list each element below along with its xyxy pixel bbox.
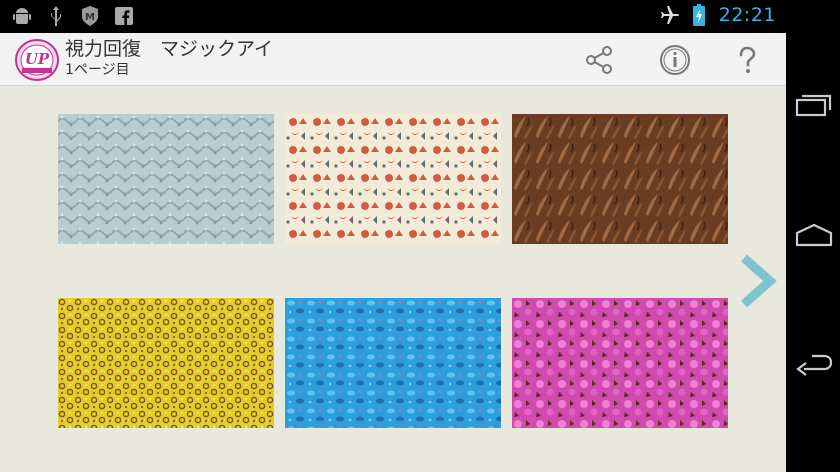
- info-icon: [660, 45, 690, 75]
- security-app-icon: M: [80, 6, 100, 26]
- recent-apps-icon: [795, 94, 832, 117]
- app-logo-text: UP: [25, 50, 50, 68]
- help-button[interactable]: [728, 41, 766, 79]
- home-button[interactable]: [794, 218, 834, 252]
- home-icon: [795, 223, 833, 247]
- chevron-right-icon: [741, 254, 777, 308]
- gallery-area: [0, 86, 786, 472]
- android-debug-icon: [12, 6, 32, 26]
- info-button[interactable]: [656, 41, 694, 79]
- usb-icon: [46, 6, 66, 26]
- recent-apps-button[interactable]: [794, 88, 834, 122]
- thumbnail-stereogram-blue-cyan[interactable]: [285, 298, 501, 428]
- share-icon: [586, 46, 612, 74]
- thumbnail-stereogram-blue-gray[interactable]: [58, 114, 274, 244]
- back-button[interactable]: [794, 348, 834, 382]
- svg-text:M: M: [85, 12, 95, 23]
- app-logo-icon[interactable]: UP: [15, 39, 59, 81]
- status-bar: M 22:21: [0, 0, 786, 33]
- airplane-mode-icon: [659, 5, 679, 25]
- help-icon: [739, 46, 756, 73]
- app-title: 視力回復 マジックアイ: [65, 38, 274, 60]
- action-bar: UP 視力回復 マジックアイ 1ページ目: [0, 33, 786, 86]
- next-page-button[interactable]: [736, 254, 780, 308]
- page-subtitle: 1ページ目: [65, 62, 130, 78]
- thumbnail-stereogram-yellow-honeycomb[interactable]: [58, 298, 274, 428]
- thumbnail-stereogram-pink-magenta[interactable]: [512, 298, 728, 428]
- status-clock: 22:21: [718, 4, 776, 26]
- system-nav-bar: [786, 0, 840, 472]
- battery-charging-icon: [689, 4, 709, 26]
- notification-icons: M: [12, 6, 134, 26]
- facebook-icon: [114, 6, 134, 26]
- thumbnail-stereogram-red-flowers[interactable]: [285, 114, 501, 244]
- thumbnail-stereogram-brown-leaves[interactable]: [512, 114, 728, 244]
- share-button[interactable]: [580, 41, 618, 79]
- back-icon: [796, 354, 833, 376]
